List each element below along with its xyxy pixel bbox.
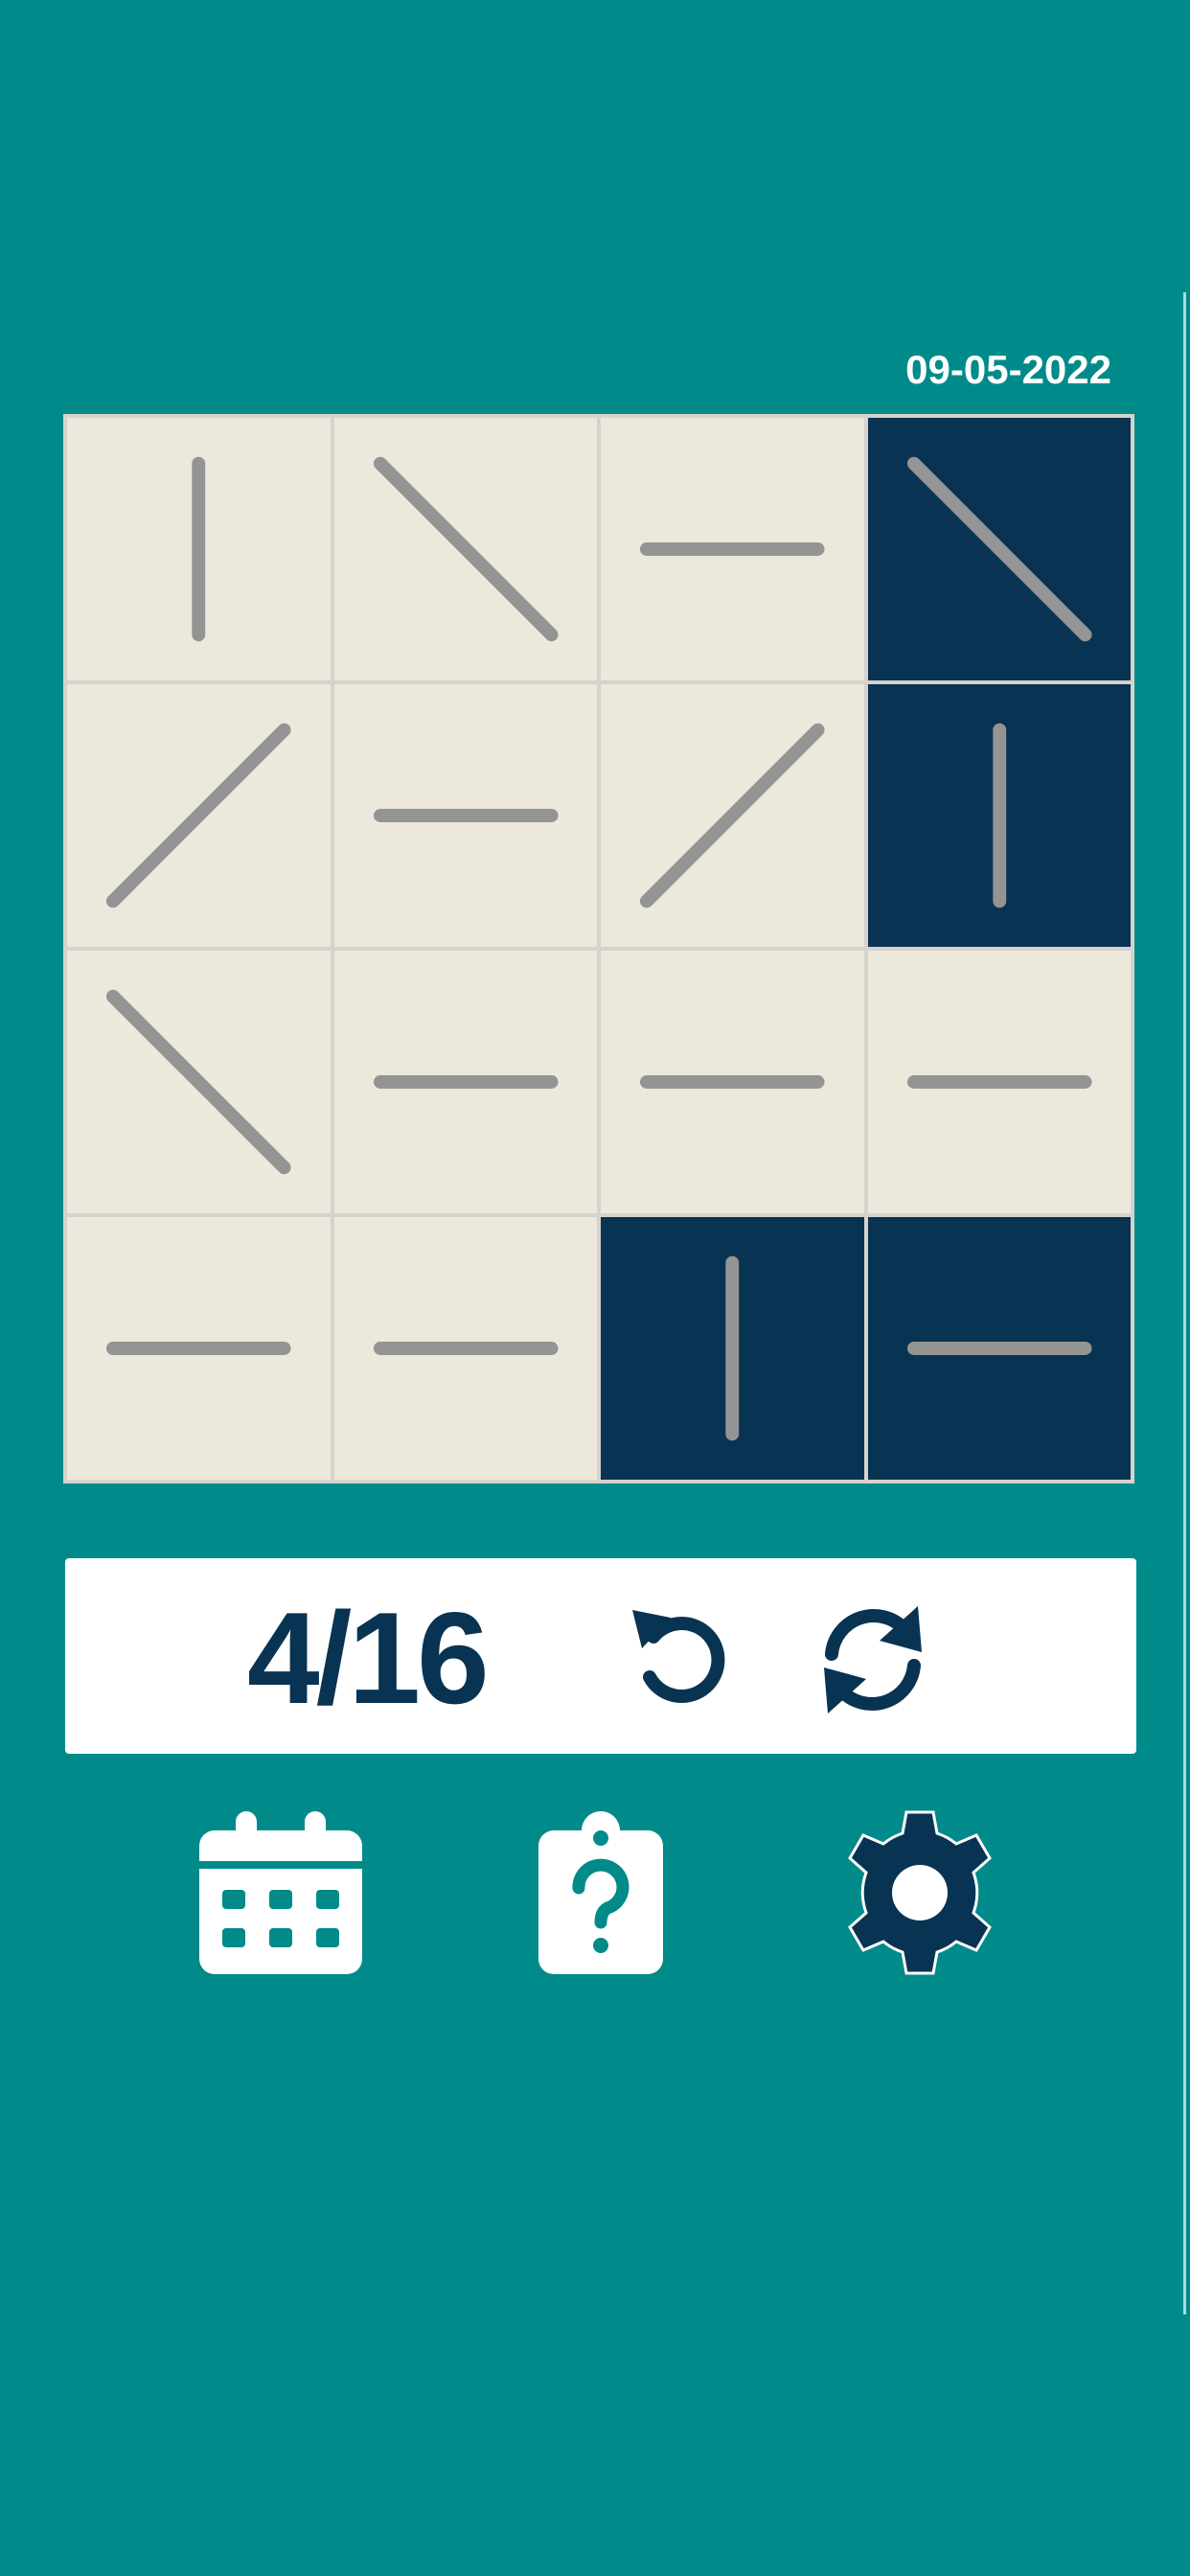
- board-tile[interactable]: [601, 951, 864, 1213]
- board-tile[interactable]: [601, 1217, 864, 1480]
- tile-line-horizontal: [105, 1342, 291, 1355]
- board-tile[interactable]: [601, 684, 864, 947]
- status-bar: 4/16: [65, 1558, 1136, 1754]
- tile-line-horizontal: [373, 1342, 559, 1355]
- board-tile[interactable]: [333, 1217, 597, 1480]
- tile-line-vertical: [192, 456, 206, 642]
- board-tile[interactable]: [67, 951, 331, 1213]
- tile-line-diagonal-up: [105, 723, 291, 908]
- tile-line-horizontal: [906, 1075, 1092, 1089]
- puzzle-board: [63, 414, 1134, 1484]
- tile-line-diagonal-down: [105, 989, 291, 1175]
- tile-line-horizontal: [639, 1075, 825, 1089]
- tile-line: [639, 723, 825, 908]
- undo-button[interactable]: [621, 1598, 736, 1714]
- tile-line-diagonal-down: [906, 456, 1092, 642]
- board-tile[interactable]: [333, 951, 597, 1213]
- restart-button[interactable]: [811, 1597, 935, 1721]
- tile-line-horizontal: [906, 1342, 1092, 1355]
- board-tile[interactable]: [67, 418, 331, 680]
- tile-line-vertical: [725, 1255, 740, 1441]
- tile-line-diagonal-up: [639, 723, 825, 908]
- tile-line: [105, 723, 291, 908]
- tile-line-horizontal: [639, 542, 825, 556]
- board-tile[interactable]: [67, 1217, 331, 1480]
- help-clipboard-icon: [538, 1811, 663, 1974]
- board-tile[interactable]: [867, 951, 1131, 1213]
- puzzle-date: 09-05-2022: [905, 347, 1111, 392]
- board-tile[interactable]: [867, 418, 1131, 680]
- tile-line: [373, 456, 559, 642]
- tile-line: [906, 456, 1092, 642]
- help-button[interactable]: [538, 1811, 663, 1974]
- calendar-icon: [199, 1811, 362, 1974]
- tile-line-horizontal: [373, 809, 559, 822]
- tile-line-diagonal-down: [373, 456, 559, 642]
- board-tile[interactable]: [333, 684, 597, 947]
- board-tile[interactable]: [67, 684, 331, 947]
- board-tile[interactable]: [867, 684, 1131, 947]
- tile-line-vertical: [992, 723, 1006, 908]
- board-tile[interactable]: [867, 1217, 1131, 1480]
- undo-icon: [632, 1610, 725, 1703]
- tile-line-horizontal: [373, 1075, 559, 1089]
- board-tile[interactable]: [601, 418, 864, 680]
- board-tile[interactable]: [333, 418, 597, 680]
- restart-icon: [824, 1606, 922, 1714]
- solved-count: 4/16: [247, 1585, 490, 1731]
- settings-button[interactable]: [839, 1809, 1000, 1976]
- calendar-button[interactable]: [199, 1811, 362, 1974]
- tile-line: [105, 989, 291, 1175]
- scroll-indicator: [1183, 292, 1186, 2314]
- gear-icon: [848, 1810, 992, 1975]
